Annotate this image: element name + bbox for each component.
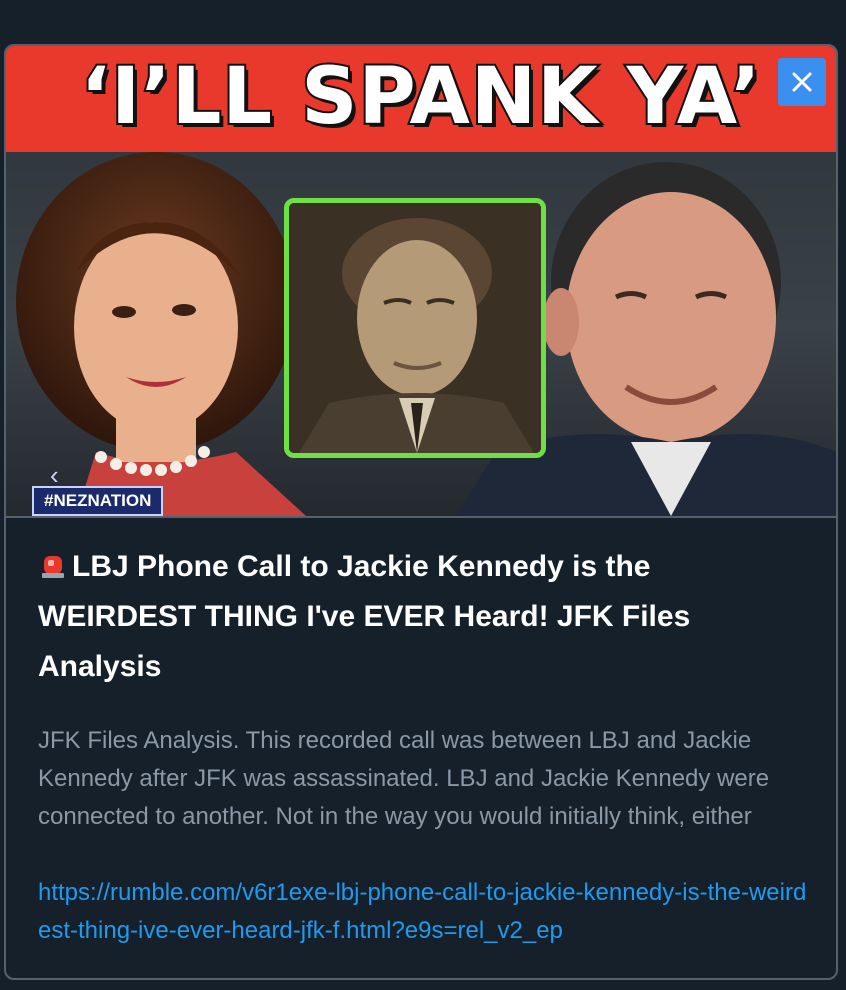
hashtag-badge: #NEZNATION — [32, 486, 164, 516]
card-title-text: LBJ Phone Call to Jackie Kennedy is the … — [38, 550, 691, 683]
thumbnail-image[interactable]: ‘I’LL SPANK YA’ ‹ #NEZNATION — [6, 46, 836, 516]
thumbnail-banner-text: ‘I’LL SPANK YA’ — [78, 50, 762, 144]
rotating-light-icon — [42, 556, 64, 578]
divider — [6, 516, 836, 518]
link-preview-card[interactable]: ‘I’LL SPANK YA’ ‹ #NEZNATION LBJ Phone C… — [4, 44, 838, 980]
card-description: JFK Files Analysis. This recorded call w… — [38, 727, 770, 830]
card-title[interactable]: LBJ Phone Call to Jackie Kennedy is the … — [38, 542, 808, 692]
portrait-center — [284, 198, 546, 458]
close-button[interactable] — [778, 58, 826, 106]
close-icon — [792, 72, 812, 92]
card-url-link[interactable]: https://rumble.com/v6r1exe-lbj-phone-cal… — [38, 874, 818, 950]
